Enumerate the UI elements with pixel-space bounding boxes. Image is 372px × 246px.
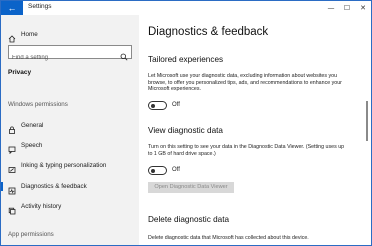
delete-diagnostic-data-description: Delete diagnostic data that Microsoft ha…: [148, 235, 309, 241]
sidebar-item-diagnostics-feedback[interactable]: Diagnostics & feedback: [1, 178, 139, 195]
close-button[interactable]: ✕: [355, 1, 371, 15]
search-icon[interactable]: [120, 48, 128, 61]
search-box[interactable]: [8, 45, 132, 64]
sidebar-item-label: Activity history: [21, 202, 62, 210]
tailored-experiences-heading: Tailored experiences: [148, 55, 224, 64]
sidebar-item-activity-history[interactable]: Activity history: [1, 198, 139, 215]
home-icon: [8, 30, 16, 43]
toggle-knob: [151, 103, 155, 108]
settings-window: ← Settings — ☐ ✕ Home Privacy Windows pe…: [0, 0, 372, 246]
back-button[interactable]: ←: [1, 1, 23, 15]
view-diagnostic-data-toggle[interactable]: [148, 166, 167, 175]
section-header-windows-permissions: Windows permissions: [8, 101, 68, 108]
open-diagnostic-data-viewer-button[interactable]: Open Diagnostic Data Viewer: [148, 182, 234, 193]
sidebar-item-label: Diagnostics & feedback: [21, 182, 87, 190]
lock-icon: [8, 121, 16, 134]
sidebar-item-speech[interactable]: Speech: [1, 137, 139, 155]
pen-icon: [8, 161, 16, 173]
window-controls: — ☐ ✕: [323, 1, 371, 15]
view-diagnostic-data-description: Turn on this setting to see your data in…: [148, 144, 345, 157]
toggle-knob: [151, 168, 155, 173]
window-title: Settings: [28, 3, 52, 10]
sidebar-item-label: Inking & typing personalization: [21, 161, 107, 169]
history-icon: [8, 202, 16, 215]
search-input[interactable]: [12, 52, 112, 64]
sidebar: Home Privacy Windows permissions General…: [1, 15, 139, 245]
sidebar-item-label: Speech: [21, 141, 43, 149]
main-content: Diagnostics & feedback Tailored experien…: [139, 15, 361, 245]
tailored-experiences-toggle[interactable]: [148, 101, 167, 110]
tailored-experiences-toggle-label: Off: [172, 102, 180, 108]
scrollbar[interactable]: [363, 15, 371, 245]
sidebar-item-label: Home: [21, 30, 38, 38]
delete-diagnostic-data-heading: Delete diagnostic data: [148, 215, 230, 224]
title-bar: ← Settings — ☐ ✕: [1, 1, 371, 15]
tailored-experiences-description: Let Microsoft use your diagnostic data, …: [148, 73, 342, 93]
page-title: Diagnostics & feedback: [148, 26, 269, 38]
sidebar-item-label: General: [21, 121, 44, 129]
speech-icon: [8, 141, 16, 155]
sidebar-item-general[interactable]: General: [1, 117, 139, 134]
scrollbar-thumb[interactable]: [366, 101, 368, 141]
category-title: Privacy: [8, 69, 32, 76]
view-diagnostic-data-heading: View diagnostic data: [148, 126, 223, 135]
view-diagnostic-data-toggle-label: Off: [172, 167, 180, 173]
section-header-app-permissions: App permissions: [8, 231, 54, 238]
sidebar-item-home[interactable]: Home: [1, 26, 139, 43]
maximize-button[interactable]: ☐: [339, 1, 355, 15]
diagnostics-icon: [8, 182, 16, 195]
minimize-button[interactable]: —: [323, 1, 339, 15]
sidebar-item-inking-typing[interactable]: Inking & typing personalization: [1, 157, 139, 173]
